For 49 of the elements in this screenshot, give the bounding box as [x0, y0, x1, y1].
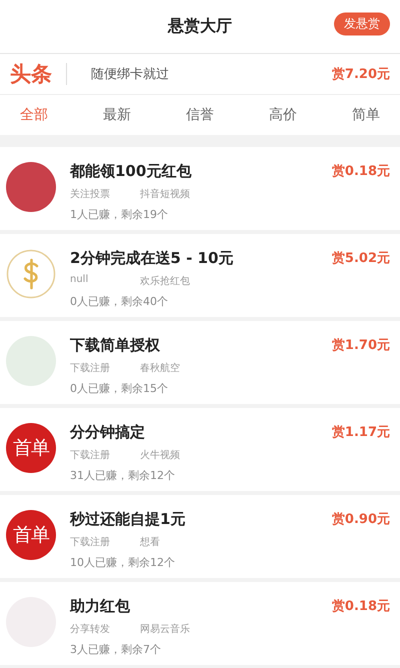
task-reward: 赏0.90元 — [332, 511, 390, 529]
filter-tab[interactable]: 信誉 — [184, 102, 216, 128]
filter-tab[interactable]: 全部 — [18, 102, 50, 128]
task-reward: 赏5.02元 — [332, 250, 390, 268]
task-reward: 赏1.70元 — [332, 337, 390, 355]
post-reward-button[interactable]: 发悬赏 — [334, 12, 390, 36]
task-type: 关注投票 — [70, 188, 111, 201]
badge-avatar: 首单 — [6, 423, 56, 473]
task-title: 2分钟完成在送5 - 10元 — [70, 249, 234, 268]
task-title: 助力红包 — [70, 597, 131, 616]
filter-tab[interactable]: 高价 — [267, 102, 299, 128]
task-title: 都能领100元红包 — [70, 162, 192, 181]
task-title: 分分钟搞定 — [70, 423, 146, 442]
headline-text[interactable]: 随便绑卡就过 — [67, 65, 332, 83]
task-stats: 0人已赚，剩余40个 — [70, 294, 169, 309]
task-reward: 赏1.17元 — [332, 424, 390, 442]
task-card[interactable]: 下载简单授权 下载注册 春秋航空 0人已赚，剩余15个 赏1.70元 — [0, 321, 400, 404]
task-card[interactable]: 助力红包 分享转发 网易云音乐 3人已赚，剩余7个 赏0.18元 — [0, 582, 400, 665]
app-name: 欢乐抢红包 — [140, 274, 190, 288]
filter-tab[interactable]: 简单 — [350, 102, 382, 128]
task-type: 下载注册 — [70, 536, 111, 549]
headline-reward: 赏7.20元 — [332, 66, 390, 83]
page-title: 悬赏大厅 — [168, 16, 232, 37]
task-stats: 10人已赚，剩余12个 — [70, 555, 176, 570]
task-reward: 赏0.18元 — [332, 598, 390, 616]
filter-tab[interactable]: 最新 — [101, 102, 133, 128]
task-type: 下载注册 — [70, 362, 111, 375]
task-type: 分享转发 — [70, 622, 111, 636]
app-name: 春秋航空 — [140, 362, 181, 375]
task-stats: 0人已赚，剩余15个 — [70, 381, 169, 396]
app-name: 抖音短视频 — [140, 188, 190, 201]
app-name: 火牛视频 — [140, 448, 181, 462]
badge-avatar: 首单 — [6, 510, 56, 560]
task-type: null — [70, 274, 90, 287]
app-name: 想看 — [140, 536, 161, 549]
task-card[interactable]: 首单 分分钟搞定 下载注册 火牛视频 31人已赚，剩余12个 赏1.17元 — [0, 408, 400, 491]
headline-logo: 头条 — [10, 63, 67, 85]
task-stats: 3人已赚，剩余7个 — [70, 642, 162, 657]
app-name: 网易云音乐 — [140, 622, 190, 636]
task-card[interactable]: 首单 秒过还能自提1元 下载注册 想看 10人已赚，剩余12个 赏0.90元 — [0, 495, 400, 578]
task-type: 下载注册 — [70, 448, 111, 462]
task-stats: 1人已赚，剩余19个 — [70, 207, 169, 222]
task-reward: 赏0.18元 — [332, 163, 390, 181]
dollar-coin-icon — [6, 249, 56, 299]
task-title: 下载简单授权 — [70, 336, 161, 355]
task-card[interactable]: 2分钟完成在送5 - 10元 null 欢乐抢红包 0人已赚，剩余40个 赏5.02元 — [0, 234, 400, 317]
task-stats: 31人已赚，剩余12个 — [70, 468, 176, 483]
task-title: 秒过还能自提1元 — [70, 510, 186, 529]
task-card[interactable]: 都能领100元红包 关注投票 抖音短视频 1人已赚，剩余19个 赏0.18元 — [0, 147, 400, 230]
